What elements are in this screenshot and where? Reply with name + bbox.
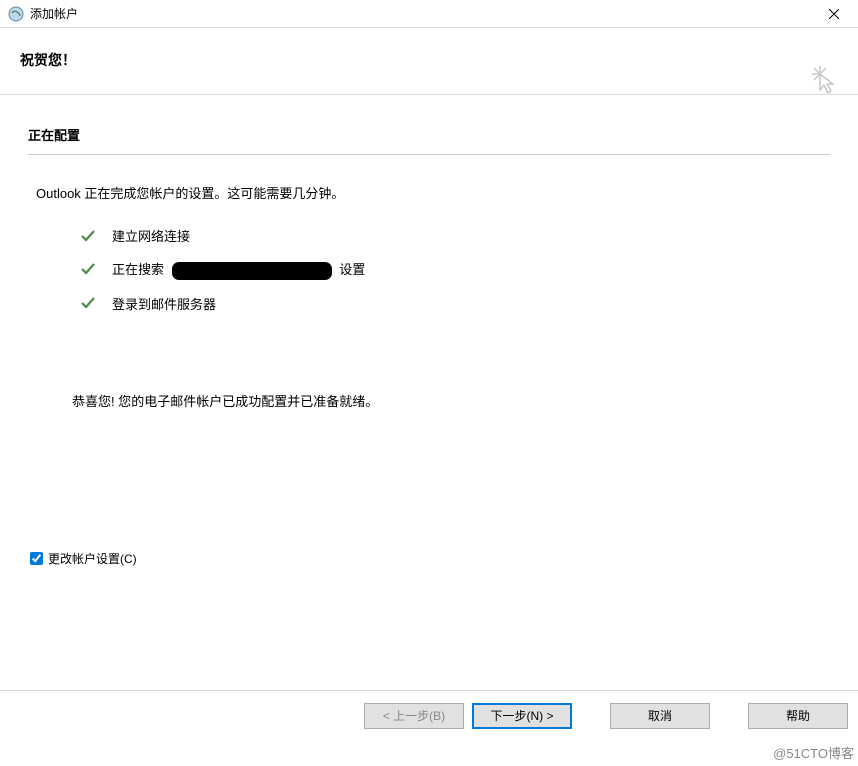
checkmark-icon <box>80 228 96 244</box>
checkmark-icon <box>80 261 96 277</box>
change-settings-input[interactable] <box>30 552 43 565</box>
redacted-text <box>172 262 332 280</box>
change-account-settings-checkbox[interactable]: 更改帐户设置(C) <box>30 550 137 567</box>
step-label: 建立网络连接 <box>112 226 190 245</box>
section-title: 正在配置 <box>28 125 830 154</box>
cancel-button[interactable]: 取消 <box>610 703 710 729</box>
header-title: 祝贺您！ <box>20 50 838 70</box>
close-button[interactable] <box>814 0 854 28</box>
button-bar: < 上一步(B) 下一步(N) > 取消 帮助 <box>0 690 858 740</box>
watermark: @51CTO博客 <box>773 743 854 762</box>
step-label-suffix: 设置 <box>339 262 365 277</box>
success-message: 恭喜您! 您的电子邮件帐户已成功配置并已准备就绪。 <box>72 391 830 410</box>
step-item: 正在搜索 设置 <box>80 259 830 280</box>
checkbox-label: 更改帐户设置(C) <box>48 550 137 567</box>
section-divider <box>28 154 830 155</box>
app-icon <box>8 6 24 22</box>
checkmark-icon <box>80 295 96 311</box>
wizard-header: 祝贺您！ <box>0 28 858 95</box>
step-label: 正在搜索 设置 <box>112 259 365 280</box>
steps-list: 建立网络连接 正在搜索 设置 登录到邮件服务器 <box>80 226 830 313</box>
step-label: 登录到邮件服务器 <box>112 294 216 313</box>
back-button: < 上一步(B) <box>364 703 464 729</box>
step-label-prefix: 正在搜索 <box>112 262 164 277</box>
help-button[interactable]: 帮助 <box>748 703 848 729</box>
cursor-sparkle-icon <box>810 64 842 96</box>
status-message: Outlook 正在完成您帐户的设置。这可能需要几分钟。 <box>36 183 830 202</box>
next-button[interactable]: 下一步(N) > <box>472 703 572 729</box>
wizard-content: 正在配置 Outlook 正在完成您帐户的设置。这可能需要几分钟。 建立网络连接… <box>0 95 858 410</box>
window-title: 添加帐户 <box>30 5 814 22</box>
titlebar: 添加帐户 <box>0 0 858 28</box>
step-item: 建立网络连接 <box>80 226 830 245</box>
step-item: 登录到邮件服务器 <box>80 294 830 313</box>
